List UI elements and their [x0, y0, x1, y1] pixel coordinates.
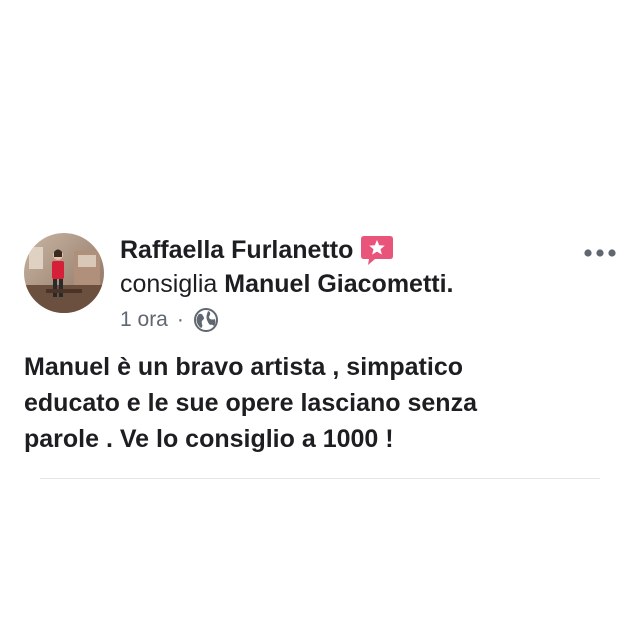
recommended-page-link[interactable]: Manuel Giacometti. — [224, 270, 453, 299]
recommendation-line: consiglia Manuel Giacometti. — [120, 267, 454, 301]
globe-icon[interactable] — [193, 307, 219, 333]
post-timestamp[interactable]: 1 ora — [120, 308, 168, 332]
post-divider — [40, 478, 600, 479]
more-options-button[interactable] — [580, 240, 620, 266]
recommends-verb: consiglia — [120, 269, 218, 298]
author-line: Raffaella Furlanetto — [120, 233, 395, 267]
avatar-photo — [24, 233, 104, 313]
meta-separator: · — [176, 308, 184, 331]
author-avatar[interactable] — [24, 233, 104, 313]
post-body-text: Manuel è un bravo artista , simpatico ed… — [24, 353, 477, 453]
post-meta: 1 ora · — [120, 305, 219, 335]
author-name-link[interactable]: Raffaella Furlanetto — [120, 236, 353, 265]
more-dots-icon — [582, 248, 618, 258]
recommendation-star-icon — [359, 234, 395, 266]
recommendation-post: Raffaella Furlanetto consiglia Manuel Gi… — [0, 0, 640, 640]
